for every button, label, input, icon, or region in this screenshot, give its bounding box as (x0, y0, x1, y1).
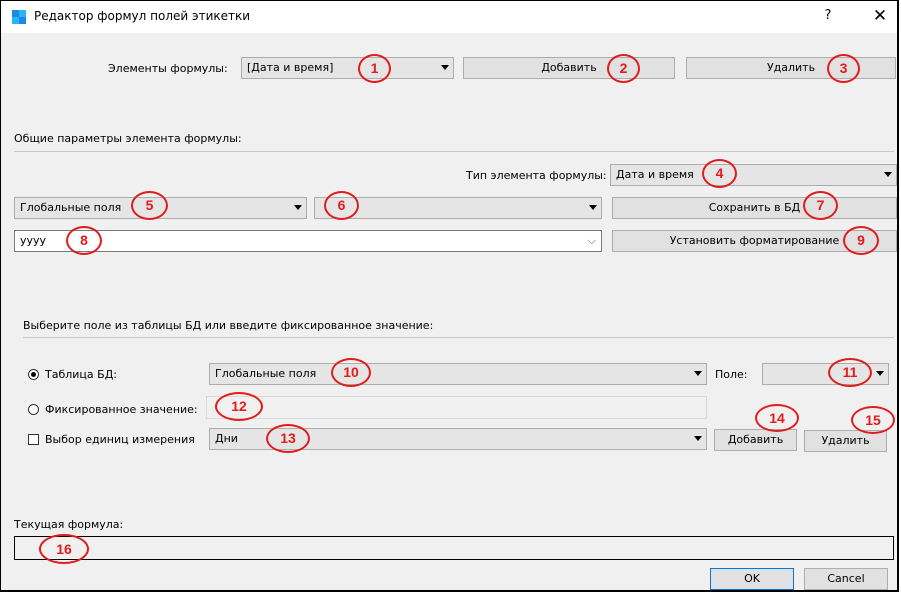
units-checkbox[interactable] (28, 434, 39, 445)
app-icon (12, 10, 26, 24)
callout-marker: 2 (607, 54, 640, 83)
cancel-button[interactable]: Cancel (804, 568, 888, 590)
callout-marker: 16 (39, 534, 89, 564)
delete-element-button[interactable]: Удалить (686, 57, 896, 79)
ok-button[interactable]: OK (710, 568, 794, 590)
close-icon[interactable]: ✕ (869, 5, 891, 27)
formula-elements-value: [Дата и время] (247, 61, 334, 74)
callout-marker: 11 (828, 358, 872, 387)
units-value: Дни (215, 432, 238, 445)
callout-marker: 9 (843, 226, 879, 255)
current-formula-field[interactable] (14, 536, 894, 560)
units-label: Выбор единиц измерения (45, 433, 195, 446)
format-value: yyyy (20, 234, 47, 247)
db-table-label: Таблица БД: (45, 368, 117, 381)
chevron-down-icon (694, 436, 702, 441)
db-table-radio[interactable] (28, 369, 39, 380)
chevron-down-icon: ⌵ (587, 234, 596, 247)
element-type-value: Дата и время (616, 168, 694, 181)
callout-marker: 6 (324, 191, 359, 220)
db-table-value: Глобальные поля (215, 367, 317, 380)
select-field-heading: Выберите поле из таблицы БД или введите … (23, 319, 434, 332)
callout-marker: 14 (755, 404, 799, 432)
callout-marker: 13 (266, 424, 310, 453)
window-title: Редактор формул полей этикетки (34, 9, 251, 23)
fixed-value-label: Фиксированное значение: (45, 403, 198, 416)
callout-marker: 15 (851, 406, 895, 434)
separator (23, 337, 894, 338)
callout-marker: 4 (702, 159, 737, 188)
callout-marker: 5 (131, 191, 168, 220)
formula-elements-label: Элементы формулы: (108, 62, 228, 75)
chevron-down-icon (294, 205, 302, 210)
separator (14, 151, 894, 152)
general-params-heading: Общие параметры элемента формулы: (14, 132, 242, 145)
field-label: Поле: (715, 368, 748, 381)
chevron-down-icon (589, 205, 597, 210)
callout-marker: 10 (331, 358, 371, 387)
chevron-down-icon (441, 65, 449, 70)
fixed-value-input[interactable] (206, 396, 707, 419)
title-bar: Редактор формул полей этикетки ? ✕ (1, 1, 897, 33)
chevron-down-icon (876, 371, 884, 376)
element-type-label: Тип элемента формулы: (466, 169, 607, 182)
callout-marker: 7 (803, 191, 838, 220)
fixed-value-radio[interactable] (28, 404, 39, 415)
add-field-button[interactable]: Добавить (714, 429, 797, 451)
callout-marker: 1 (358, 54, 391, 83)
callout-marker: 8 (66, 226, 102, 255)
formula-editor-dialog: Редактор формул полей этикетки ? ✕ Элеме… (0, 0, 899, 592)
help-button[interactable]: ? (817, 5, 839, 27)
chevron-down-icon (884, 172, 892, 177)
callout-marker: 12 (215, 392, 263, 421)
callout-marker: 3 (827, 54, 860, 83)
chevron-down-icon (694, 371, 702, 376)
source-value: Глобальные поля (20, 201, 122, 214)
format-input[interactable]: yyyy ⌵ (14, 230, 602, 252)
add-element-button[interactable]: Добавить (463, 57, 675, 79)
current-formula-label: Текущая формула: (14, 518, 124, 531)
formula-elements-dropdown[interactable]: [Дата и время] (241, 57, 454, 79)
element-type-dropdown[interactable]: Дата и время (610, 164, 897, 186)
save-to-db-button[interactable]: Сохранить в БД (612, 197, 897, 219)
db-table-dropdown[interactable]: Глобальные поля (209, 363, 707, 385)
